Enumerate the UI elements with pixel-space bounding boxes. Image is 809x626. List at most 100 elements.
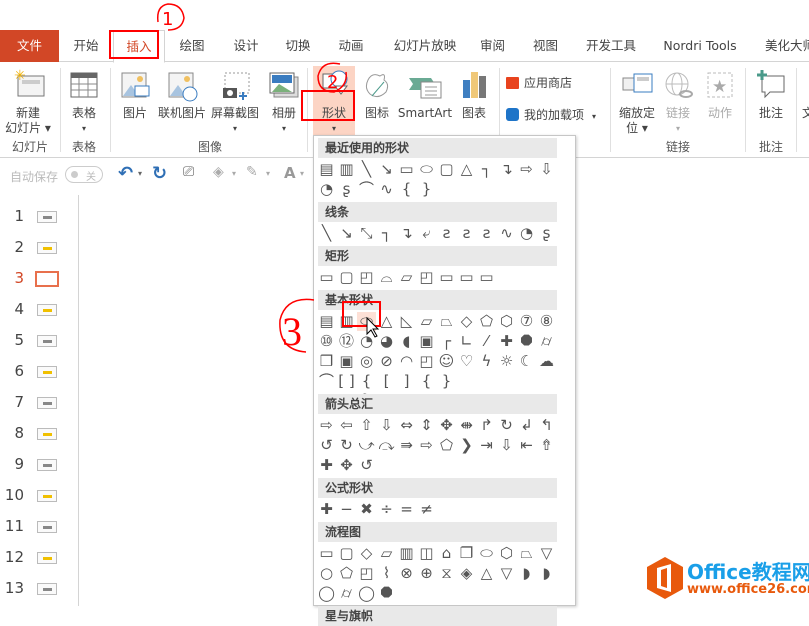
slide-thumbnail[interactable] bbox=[37, 428, 57, 440]
screenshot-button[interactable]: 屏幕截图 ▾ bbox=[209, 68, 261, 136]
tab-nordri-tools[interactable]: Nordri Tools bbox=[658, 30, 742, 62]
slide-thumbnail[interactable] bbox=[37, 521, 57, 533]
shape-item-icon[interactable]: ╲ bbox=[357, 160, 376, 179]
shape-item-icon[interactable]: ↻ bbox=[337, 436, 356, 455]
shape-item-icon[interactable]: ◇ bbox=[357, 544, 376, 563]
link-button[interactable]: 链接 ▾ bbox=[661, 68, 695, 136]
tab-animations[interactable]: 动画 bbox=[327, 30, 375, 62]
shape-item-icon[interactable]: ÷ bbox=[377, 500, 396, 519]
shape-item-icon[interactable]: ⊕ bbox=[417, 564, 436, 583]
shape-item-icon[interactable]: ◰ bbox=[357, 268, 376, 287]
shape-item-icon[interactable]: ⁄ bbox=[477, 332, 496, 351]
shape-item-icon[interactable]: ⤡ bbox=[357, 224, 376, 243]
shape-item-icon[interactable]: ⬭ bbox=[477, 544, 496, 563]
icons-button[interactable]: 图标 bbox=[360, 68, 394, 120]
shape-item-icon[interactable]: ⌭ bbox=[537, 332, 556, 351]
shape-item-icon[interactable]: ⌒ bbox=[357, 180, 376, 199]
shape-item-icon[interactable]: ⇨ bbox=[317, 416, 336, 435]
shape-item-icon[interactable]: ◯ bbox=[357, 584, 376, 603]
shape-item-icon[interactable]: ⇕ bbox=[417, 416, 436, 435]
shape-item-icon[interactable]: ⬠ bbox=[337, 564, 356, 583]
shape-item-icon[interactable]: ◗ bbox=[537, 564, 556, 583]
tab-developer[interactable]: 开发工具 bbox=[580, 30, 642, 62]
redo-icon[interactable]: ↻ bbox=[152, 163, 167, 184]
shape-item-icon[interactable]: ↴ bbox=[497, 160, 516, 179]
shape-item-icon[interactable]: ⇧ bbox=[357, 416, 376, 435]
shape-item-icon[interactable]: ʂ bbox=[337, 180, 356, 199]
shape-item-icon[interactable]: ┐ bbox=[477, 160, 496, 179]
shape-item-icon[interactable]: ⏢ bbox=[437, 312, 456, 331]
autosave-toggle[interactable]: 关 bbox=[65, 166, 103, 183]
slide-thumbnail[interactable] bbox=[37, 335, 57, 347]
undo-dropdown-icon[interactable]: ▾ bbox=[138, 169, 142, 178]
shape-item-icon[interactable]: ⊗ bbox=[397, 564, 416, 583]
shape-item-icon[interactable]: ▭ bbox=[397, 160, 416, 179]
tab-draw[interactable]: 绘图 bbox=[168, 30, 216, 62]
shape-item-icon[interactable]: ] bbox=[397, 372, 416, 391]
shape-item-icon[interactable]: { bbox=[417, 372, 436, 391]
shape-item-icon[interactable]: ⬠ bbox=[477, 312, 496, 331]
shape-item-icon[interactable]: ↲ bbox=[517, 416, 536, 435]
shape-item-icon[interactable]: [ ] bbox=[337, 372, 356, 391]
shape-item-icon[interactable]: ⑫ bbox=[337, 332, 356, 351]
shape-item-icon[interactable]: ⇨ bbox=[417, 436, 436, 455]
shape-item-icon[interactable]: ⬠ bbox=[437, 436, 456, 455]
shape-item-icon[interactable]: ✥ bbox=[337, 456, 356, 475]
online-picture-button[interactable]: 联机图片 bbox=[157, 68, 207, 120]
shape-item-icon[interactable]: ʂ bbox=[537, 224, 556, 243]
shape-item-icon[interactable]: ⧖ bbox=[437, 564, 456, 583]
shape-item-icon[interactable]: ↱ bbox=[477, 416, 496, 435]
slide-thumbnail[interactable] bbox=[37, 552, 57, 564]
tab-insert[interactable]: 插入 bbox=[113, 30, 165, 63]
shape-item-icon[interactable]: − bbox=[337, 500, 356, 519]
app-store-button[interactable]: 应用商店 bbox=[506, 76, 596, 94]
shape-item-icon[interactable]: ⇼ bbox=[457, 416, 476, 435]
shape-item-icon[interactable]: ⌓ bbox=[377, 268, 396, 287]
shape-item-icon[interactable]: ☁ bbox=[537, 352, 556, 371]
shape-item-icon[interactable]: ▭ bbox=[457, 268, 476, 287]
shape-item-icon[interactable]: ▭ bbox=[317, 544, 336, 563]
shape-item-icon[interactable]: { bbox=[397, 180, 416, 199]
shape-item-icon[interactable]: ▭ bbox=[437, 268, 456, 287]
shape-item-icon[interactable]: ▢ bbox=[337, 268, 356, 287]
tab-slideshow[interactable]: 幻灯片放映 bbox=[385, 30, 465, 62]
shape-item-icon[interactable]: ▭ bbox=[317, 268, 336, 287]
shape-item-icon[interactable]: ⌒ bbox=[317, 372, 336, 391]
shape-item-icon[interactable]: ⇤ bbox=[517, 436, 536, 455]
tab-home[interactable]: 开始 bbox=[62, 30, 110, 62]
font-color-icon[interactable]: A bbox=[284, 164, 296, 182]
shape-item-icon[interactable]: ▽ bbox=[497, 564, 516, 583]
shape-item-icon[interactable]: ▱ bbox=[377, 544, 396, 563]
picture-button[interactable]: 图片 bbox=[115, 68, 155, 120]
album-button[interactable]: 相册 ▾ bbox=[266, 68, 302, 136]
shape-item-icon[interactable]: ◰ bbox=[417, 268, 436, 287]
shape-item-icon[interactable]: ☼ bbox=[497, 352, 516, 371]
shape-item-icon[interactable]: ꙅ bbox=[457, 224, 476, 243]
smartart-button[interactable]: SmartArt bbox=[397, 68, 453, 120]
shape-item-icon[interactable]: ▤ bbox=[317, 312, 336, 331]
shape-item-icon[interactable]: △ bbox=[377, 312, 396, 331]
shape-item-icon[interactable]: { } bbox=[357, 372, 376, 409]
shape-item-icon[interactable]: ▣ bbox=[417, 332, 436, 351]
table-button[interactable]: 表格 ▾ bbox=[64, 68, 104, 136]
present-icon[interactable]: ⎚ bbox=[183, 164, 194, 180]
shape-item-icon[interactable]: ◰ bbox=[417, 352, 436, 371]
shape-item-icon[interactable]: ▥ bbox=[397, 544, 416, 563]
undo-icon[interactable]: ↶ bbox=[118, 163, 133, 184]
shape-item-icon[interactable]: ↘ bbox=[337, 224, 356, 243]
shape-item-icon[interactable]: ⑧ bbox=[537, 312, 556, 331]
zoom-button[interactable]: 缩放定 位 ▾ bbox=[614, 68, 660, 136]
shape-item-icon[interactable]: ◕ bbox=[377, 332, 396, 351]
tab-beautify[interactable]: 美化大师 bbox=[765, 30, 809, 62]
tab-view[interactable]: 视图 bbox=[523, 30, 568, 62]
shape-item-icon[interactable]: ⌇ bbox=[377, 564, 396, 583]
shape-item-icon[interactable]: ∿ bbox=[377, 180, 396, 199]
shape-item-icon[interactable]: ◯ bbox=[317, 584, 336, 603]
shape-item-icon[interactable]: ◫ bbox=[417, 544, 436, 563]
shape-item-icon[interactable]: ▤ bbox=[317, 160, 336, 179]
slide-thumbnail[interactable] bbox=[37, 211, 57, 223]
shape-item-icon[interactable]: ⇩ bbox=[377, 416, 396, 435]
shape-item-icon[interactable]: ⬡ bbox=[497, 312, 516, 331]
shape-item-icon[interactable]: ∿ bbox=[497, 224, 516, 243]
shape-item-icon[interactable]: ◎ bbox=[357, 352, 376, 371]
